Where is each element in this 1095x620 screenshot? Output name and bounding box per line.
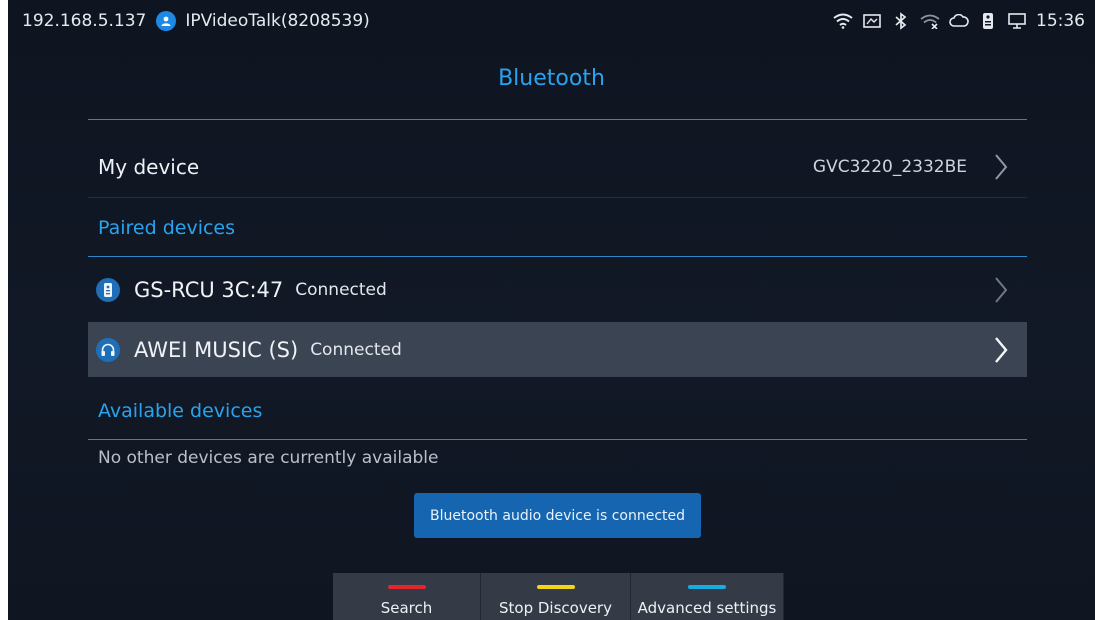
softkey-bar: Search Stop Discovery Advanced settings [333,573,784,620]
search-softkey[interactable]: Search [333,573,481,620]
toast-message: Bluetooth audio device is connected [414,493,701,538]
account-name: IPVideoTalk(8208539) [185,11,370,31]
monitor-icon [1007,12,1027,30]
softkey-label: Advanced settings [637,599,777,617]
paired-device-row[interactable]: GS-RCU 3C:47 Connected [88,262,1027,318]
stop-discovery-softkey[interactable]: Stop Discovery [481,573,631,620]
screen-icon [862,12,882,30]
available-devices-heading: Available devices [98,400,263,422]
device-name: AWEI MUSIC (S) [134,337,299,362]
bluetooth-icon [891,12,911,30]
ip-address: 192.168.5.137 [22,11,147,31]
my-device-value: GVC3220_2332BE [812,157,967,177]
device-status: Connected [295,280,387,300]
paired-device-row-selected[interactable]: AWEI MUSIC (S) Connected [88,322,1027,377]
status-bar: 192.168.5.137 IPVideoTalk(8208539) 15:36 [8,0,1095,46]
remote-control-icon [96,278,120,302]
remote-icon [978,12,998,30]
available-divider [88,439,1027,440]
title-divider [88,119,1027,120]
blue-key-indicator [688,585,726,589]
paired-devices-heading: Paired devices [98,217,236,239]
yellow-key-indicator [536,585,575,589]
cloud-icon [949,12,969,30]
page-title: Bluetooth [498,66,605,91]
my-device-row[interactable]: My device GVC3220_2332BE [88,137,1027,197]
my-device-label: My device [98,155,200,179]
status-right: 15:36 [833,11,1085,31]
red-key-indicator [387,585,426,589]
chevron-right-icon [991,152,1011,182]
row-divider [88,197,1027,198]
device-name: GS-RCU 3C:47 [134,278,284,302]
device-status: Connected [310,339,402,360]
wifi-icon [833,12,853,30]
status-left: 192.168.5.137 IPVideoTalk(8208539) [22,11,370,31]
paired-divider [88,256,1027,257]
chevron-right-icon [991,275,1011,305]
chevron-right-icon [991,335,1011,365]
softkey-label: Stop Discovery [499,599,612,617]
account-icon [156,11,177,31]
screen: 192.168.5.137 IPVideoTalk(8208539) 15:36… [8,0,1095,620]
headphones-icon [96,337,120,362]
clock: 15:36 [1036,11,1085,31]
advanced-settings-softkey[interactable]: Advanced settings [631,573,784,620]
wifi-off-icon [920,12,940,30]
softkey-label: Search [380,599,433,617]
no-devices-message: No other devices are currently available [98,448,439,468]
